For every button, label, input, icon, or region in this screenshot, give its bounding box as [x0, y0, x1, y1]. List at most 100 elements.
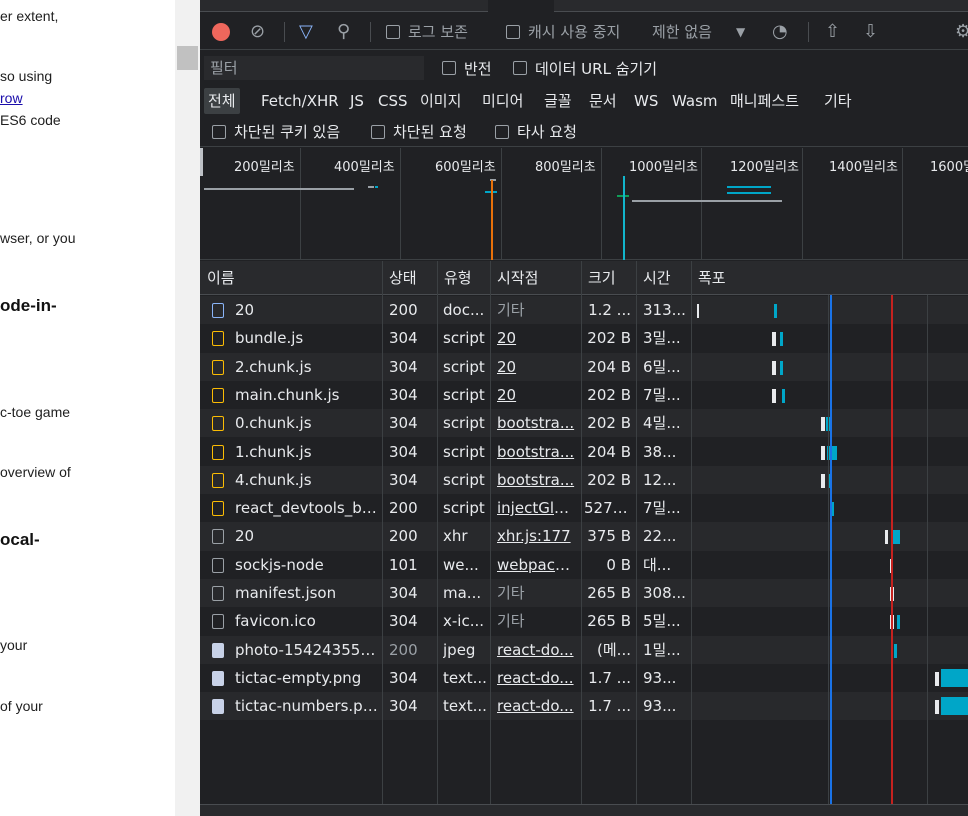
- request-initiator[interactable]: 20: [497, 353, 577, 381]
- overview-time-label: 1600밀리초: [930, 160, 968, 175]
- page-heading-fragment: ocal-: [0, 530, 40, 549]
- request-initiator[interactable]: react-do...: [497, 692, 577, 720]
- request-type: text...: [443, 668, 487, 687]
- request-status: 304: [389, 470, 418, 489]
- invert-checkbox[interactable]: 반전: [442, 51, 492, 85]
- filter-type-js[interactable]: JS: [346, 88, 368, 114]
- dom-content-loaded-marker: [830, 295, 832, 805]
- search-button[interactable]: ⚲: [337, 14, 350, 49]
- page-link[interactable]: row: [0, 90, 23, 106]
- throttle-select[interactable]: 제한 없음 ▼: [652, 14, 745, 49]
- request-size: 202 B: [587, 329, 631, 348]
- network-overview-timeline[interactable]: 200밀리초 400밀리초 600밀리초 800밀리초 1000밀리초 1200밀리초 14…: [200, 148, 968, 260]
- request-size: 527 ...: [584, 499, 631, 518]
- devtools-tab-strip: [200, 0, 968, 12]
- table-row[interactable]: tictac-empty.png 304 text... react-do... 1.7…: [200, 663, 968, 693]
- request-initiator[interactable]: webpack...: [497, 551, 577, 579]
- filter-type-img[interactable]: 이미지: [416, 88, 465, 114]
- table-row[interactable]: sockjs-node 101 we... webpack... 0 B 대...: [200, 550, 968, 579]
- overview-request-bar: [727, 186, 771, 188]
- table-row[interactable]: bundle.js 304 script 20 202 B 3밀...: [200, 324, 968, 353]
- overview-selection-handle[interactable]: [200, 148, 203, 176]
- table-row[interactable]: manifest.json 304 ma... 기타 265 B 308...: [200, 579, 968, 608]
- table-row[interactable]: tictac-numbers.png 304 text... react-do... 1…: [200, 692, 968, 721]
- request-size: 202 B: [587, 414, 631, 433]
- request-time: 5밀...: [643, 612, 681, 631]
- export-har-button[interactable]: ⇩: [863, 14, 878, 49]
- filter-type-other[interactable]: 기타: [820, 88, 856, 114]
- request-initiator[interactable]: xhr.js:177: [497, 522, 577, 550]
- table-row[interactable]: 0.chunk.js 304 script bootstra... 202 B 4밀...: [200, 409, 968, 438]
- network-settings-button[interactable]: ⚙: [955, 14, 968, 49]
- request-initiator[interactable]: bootstra...: [497, 438, 577, 466]
- table-row[interactable]: 20 200 xhr xhr.js:177 375 B 22...: [200, 522, 968, 551]
- blocked-requests-label: 차단된 요청: [393, 123, 467, 141]
- image-file-icon: [212, 670, 224, 686]
- waterfall-download-bar: [941, 697, 968, 716]
- waterfall-waiting-bar: [697, 304, 699, 318]
- request-name: photo-154243550...: [235, 640, 380, 659]
- filter-toggle-button[interactable]: ▽: [299, 14, 313, 49]
- tab-network[interactable]: [488, 0, 554, 12]
- table-row[interactable]: 20 200 doc... 기타 1.2 ... 313...: [200, 296, 968, 325]
- request-type: script: [443, 414, 485, 433]
- request-size: 375 B: [587, 527, 631, 546]
- request-initiator[interactable]: 20: [497, 381, 577, 409]
- filter-type-doc[interactable]: 문서: [585, 88, 621, 114]
- script-file-icon: [212, 444, 224, 460]
- invert-label: 반전: [464, 59, 492, 78]
- overview-time-label: 1000밀리초: [629, 160, 698, 175]
- import-har-button[interactable]: ⇧: [825, 14, 840, 49]
- table-row[interactable]: main.chunk.js 304 script 20 202 B 7밀...: [200, 380, 968, 410]
- checkbox-box: [506, 24, 520, 39]
- filter-type-font[interactable]: 글꼴: [540, 88, 576, 114]
- table-row[interactable]: 1.chunk.js 304 script bootstra... 204 B 38...: [200, 437, 968, 466]
- disable-cache-checkbox[interactable]: 캐시 사용 중지: [506, 14, 620, 49]
- waterfall-download-bar: [892, 530, 900, 545]
- script-file-icon: [212, 331, 224, 347]
- table-row[interactable]: favicon.ico 304 x-ic... 기타 265 B 5밀...: [200, 607, 968, 636]
- page-scrollbar[interactable]: [175, 0, 200, 816]
- column-time[interactable]: 시간: [636, 261, 671, 295]
- request-name: react_devtools_ba...: [235, 499, 380, 518]
- request-initiator[interactable]: injectGlo...: [497, 494, 577, 522]
- column-status[interactable]: 상태: [382, 261, 417, 295]
- filter-type-fetch-xhr[interactable]: Fetch/XHR: [257, 88, 343, 114]
- filter-type-ws[interactable]: WS: [630, 88, 662, 114]
- column-type[interactable]: 유형: [437, 261, 472, 295]
- request-name: bundle.js: [235, 329, 304, 348]
- column-name[interactable]: 이름: [200, 261, 235, 295]
- request-type: we...: [443, 555, 479, 574]
- hide-data-urls-checkbox[interactable]: 데이터 URL 숨기기: [513, 51, 657, 85]
- blocked-cookies-checkbox[interactable]: 차단된 쿠키 있음: [212, 117, 340, 146]
- table-row[interactable]: 4.chunk.js 304 script bootstra... 202 B 12...: [200, 465, 968, 495]
- column-initiator[interactable]: 시작점: [490, 261, 538, 295]
- filter-type-media[interactable]: 미디어: [478, 88, 527, 114]
- request-initiator[interactable]: bootstra...: [497, 409, 577, 437]
- filter-type-wasm[interactable]: Wasm: [668, 88, 722, 114]
- preserve-log-checkbox[interactable]: 로그 보존: [386, 14, 468, 49]
- overview-grid-line: [902, 148, 903, 260]
- request-type: script: [443, 470, 485, 489]
- column-waterfall[interactable]: 폭포: [691, 261, 726, 295]
- third-party-checkbox[interactable]: 타사 요청: [495, 117, 577, 146]
- request-initiator[interactable]: 20: [497, 324, 577, 352]
- page-scrollbar-thumb[interactable]: [177, 46, 198, 70]
- filter-input[interactable]: [204, 56, 424, 80]
- table-row[interactable]: 2.chunk.js 304 script 20 204 B 6밀...: [200, 352, 968, 381]
- table-row[interactable]: photo-154243550... 200 jpeg react-do... (메..…: [200, 635, 968, 664]
- overview-grid-line: [400, 148, 401, 260]
- filter-type-manifest[interactable]: 매니페스트: [726, 88, 803, 114]
- record-button[interactable]: [212, 14, 230, 49]
- filter-type-css[interactable]: CSS: [374, 88, 412, 114]
- column-size[interactable]: 크기: [581, 261, 616, 295]
- filter-type-all[interactable]: 전체: [204, 88, 240, 114]
- request-initiator[interactable]: react-do...: [497, 636, 577, 664]
- table-row[interactable]: react_devtools_ba... 200 script injectGlo..…: [200, 494, 968, 523]
- request-initiator[interactable]: bootstra...: [497, 466, 577, 494]
- network-conditions-button[interactable]: ◔: [772, 14, 788, 49]
- request-type: jpeg: [443, 640, 476, 659]
- request-initiator[interactable]: react-do...: [497, 664, 577, 692]
- blocked-requests-checkbox[interactable]: 차단된 요청: [371, 117, 467, 146]
- clear-button[interactable]: ⊘: [250, 14, 265, 49]
